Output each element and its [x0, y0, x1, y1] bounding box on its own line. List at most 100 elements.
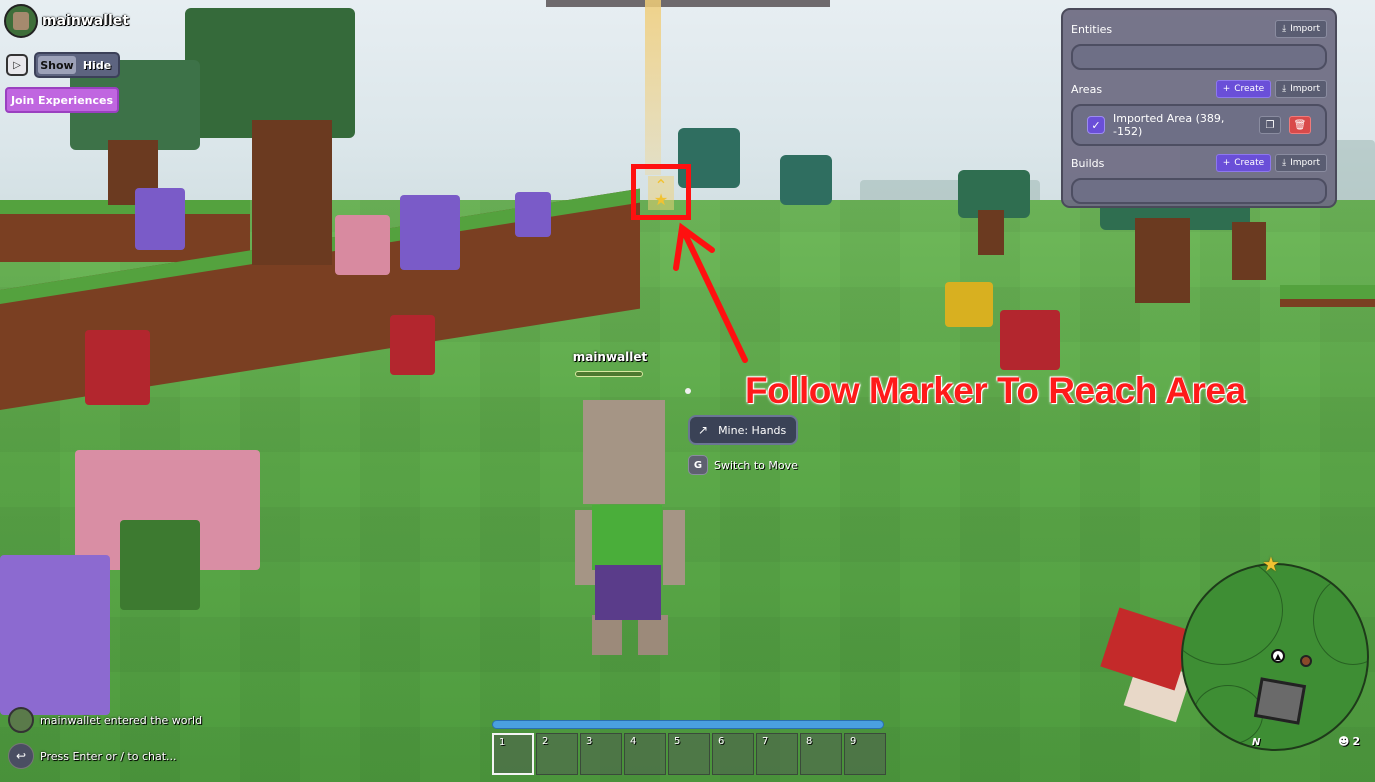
- hotbar-slot[interactable]: 1: [492, 733, 534, 775]
- areas-create-button[interactable]: + Create: [1215, 80, 1272, 98]
- show-toggle-option[interactable]: Show: [38, 56, 76, 74]
- builds-header: Builds + Create ⤓ Import: [1071, 152, 1327, 174]
- create-label: Create: [1234, 84, 1265, 94]
- minimap-star-icon: ★: [1262, 552, 1280, 576]
- chat-message-text: mainwallet entered the world: [40, 713, 203, 727]
- pickaxe-icon: ↗: [698, 423, 709, 437]
- minimap-npc-icon: [1300, 655, 1312, 667]
- player-skirt: [595, 565, 661, 620]
- tree-canopy: [780, 155, 832, 205]
- player-profile[interactable]: mainwallet: [4, 4, 129, 38]
- minimap-contour: [1183, 565, 1283, 665]
- entities-import-button[interactable]: ⤓ Import: [1275, 20, 1327, 38]
- switch-mode-hint: G Switch to Move: [688, 455, 798, 475]
- online-count: 2: [1352, 735, 1361, 748]
- player-head: [583, 400, 665, 504]
- join-experiences-button[interactable]: Join Experiences: [5, 87, 119, 113]
- download-icon: ⤓: [1282, 158, 1287, 168]
- dirt-cliff: [1280, 285, 1375, 307]
- hotbar: 1 2 3 4 5 6 7 8 9: [492, 733, 886, 775]
- tree-canopy: [185, 8, 355, 138]
- minimap-contour: [1313, 575, 1367, 665]
- tree-trunk: [1135, 218, 1190, 303]
- trash-icon: 🗑: [1293, 119, 1307, 131]
- lavender-bush: [0, 555, 110, 715]
- import-label: Import: [1290, 158, 1320, 168]
- hotbar-slot-number: 7: [762, 736, 769, 747]
- experience-bar: [492, 720, 884, 729]
- create-label: Create: [1234, 158, 1265, 168]
- player-leg: [638, 615, 668, 655]
- hotbar-slot-number: 2: [542, 736, 549, 747]
- builds-import-button[interactable]: ⤓ Import: [1275, 154, 1327, 172]
- lavender-bush: [400, 195, 460, 270]
- duplicate-area-button[interactable]: ❐: [1259, 116, 1281, 134]
- top-status-bar: [546, 0, 830, 7]
- builds-list[interactable]: [1071, 178, 1327, 204]
- player-health-bar: [575, 371, 643, 377]
- hotbar-slot[interactable]: 8: [800, 733, 842, 775]
- chat-placeholder[interactable]: Press Enter or / to chat...: [40, 750, 177, 763]
- hide-toggle-option[interactable]: Hide: [78, 56, 116, 74]
- dirt-cliff: [0, 200, 250, 262]
- show-hide-toggle[interactable]: Show Hide: [34, 52, 120, 78]
- hotbar-slot[interactable]: 5: [668, 733, 710, 775]
- annotation-text: Follow Marker To Reach Area: [745, 370, 1246, 411]
- delete-area-button[interactable]: 🗑: [1289, 116, 1311, 134]
- download-icon: ⤓: [1282, 84, 1287, 94]
- hotbar-slot[interactable]: 4: [624, 733, 666, 775]
- keycap-g: G: [688, 455, 708, 475]
- tree-trunk: [978, 210, 1004, 255]
- entities-label: Entities: [1071, 22, 1113, 36]
- hotbar-slot[interactable]: 9: [844, 733, 886, 775]
- plus-icon: +: [1222, 84, 1231, 94]
- marker-highlight-box: [631, 164, 691, 220]
- plus-icon: +: [1222, 158, 1231, 168]
- hotbar-slot[interactable]: 7: [756, 733, 798, 775]
- builds-create-button[interactable]: + Create: [1215, 154, 1272, 172]
- areas-label: Areas: [1071, 82, 1103, 96]
- hotbar-slot-number: 5: [674, 736, 681, 747]
- area-list-item[interactable]: ✓ Imported Area (389, -152) ❐ 🗑: [1071, 104, 1327, 146]
- pink-flower: [335, 215, 390, 275]
- entities-header: Entities ⤓ Import: [1071, 18, 1327, 40]
- hotbar-slot-number: 4: [630, 736, 637, 747]
- check-icon: ✓: [1091, 118, 1101, 132]
- hotbar-slot[interactable]: 2: [536, 733, 578, 775]
- red-rose: [390, 315, 435, 375]
- world-editor-panel: Entities ⤓ Import Areas + Create ⤓ Impor…: [1061, 8, 1337, 208]
- area-visibility-checkbox[interactable]: ✓: [1087, 116, 1105, 134]
- player-nameplate: mainwallet: [572, 350, 648, 364]
- profile-name: mainwallet: [42, 13, 129, 29]
- online-players[interactable]: ☻ 2: [1338, 735, 1360, 748]
- minimap-building: [1253, 677, 1307, 725]
- crosshair: [685, 388, 691, 394]
- hotbar-slot[interactable]: 3: [580, 733, 622, 775]
- minimap-contour: [1193, 685, 1263, 745]
- areas-import-button[interactable]: ⤓ Import: [1275, 80, 1327, 98]
- chat-input[interactable]: ↩ Press Enter or / to chat...: [8, 743, 177, 769]
- hotbar-slot[interactable]: 6: [712, 733, 754, 775]
- avatar: [8, 707, 34, 733]
- yellow-flower: [945, 282, 993, 327]
- players-icon: ☻: [1338, 735, 1350, 748]
- play-button[interactable]: ▷: [6, 54, 28, 76]
- tree-trunk: [252, 120, 332, 265]
- entities-list[interactable]: [1071, 44, 1327, 70]
- builds-label: Builds: [1071, 156, 1105, 170]
- avatar[interactable]: [4, 4, 38, 38]
- area-name: Imported Area (389, -152): [1113, 112, 1225, 138]
- player-torso: [592, 505, 662, 570]
- hotbar-slot-number: 3: [586, 736, 593, 747]
- hotbar-slot-number: 8: [806, 736, 813, 747]
- copy-icon: ❐: [1265, 119, 1275, 131]
- minimap-player-icon: ▲: [1271, 649, 1285, 663]
- hotbar-slot-number: 9: [850, 736, 857, 747]
- areas-header: Areas + Create ⤓ Import: [1071, 78, 1327, 100]
- hotbar-slot-number: 6: [718, 736, 725, 747]
- red-rose: [85, 330, 150, 405]
- minimap[interactable]: ▲: [1181, 563, 1369, 751]
- red-rose: [1000, 310, 1060, 370]
- chat-message: mainwallet entered the world: [8, 707, 202, 733]
- download-icon: ⤓: [1282, 24, 1287, 34]
